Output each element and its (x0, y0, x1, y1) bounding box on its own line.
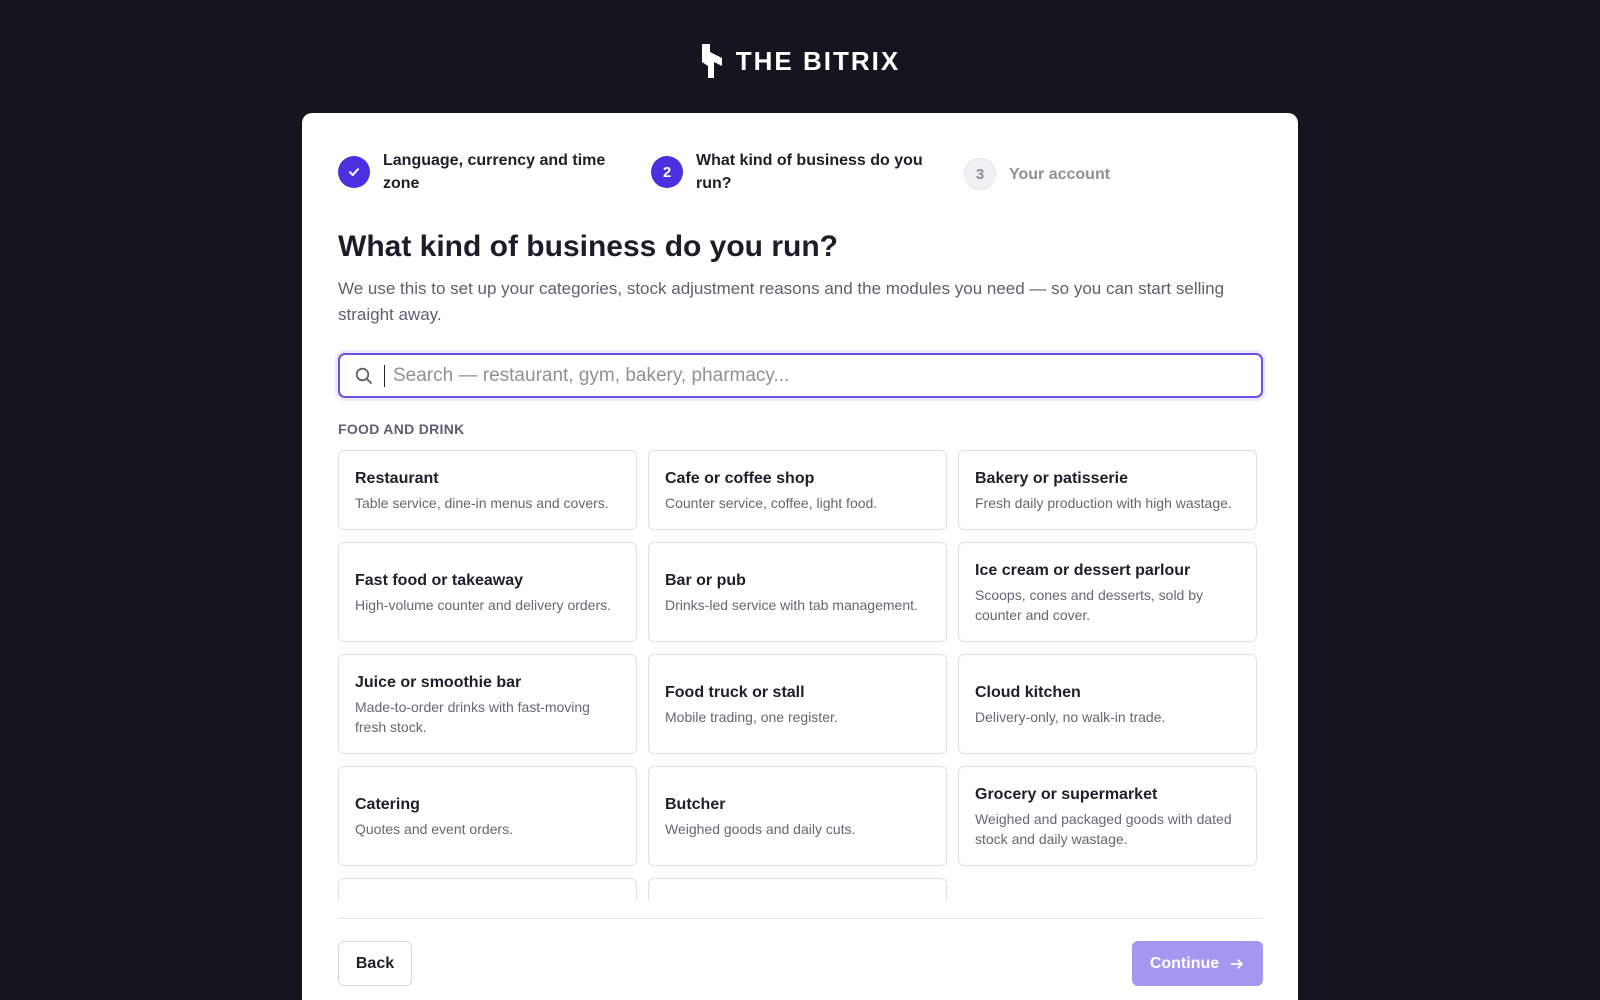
business-type-list[interactable]: Restaurant Table service, dine-in menus … (338, 450, 1263, 900)
option-title: Bar or pub (665, 571, 746, 589)
section-label-food-and-drink: FOOD AND DRINK (338, 421, 465, 437)
business-type-option[interactable]: Restaurant Table service, dine-in menus … (338, 450, 637, 530)
text-cursor (384, 364, 385, 387)
business-type-option[interactable]: Food truck or stall Mobile trading, one … (648, 654, 947, 754)
page-subtitle: We use this to set up your categories, s… (338, 279, 1225, 324)
search-icon (354, 366, 374, 386)
business-type-option[interactable] (648, 878, 947, 900)
business-type-option[interactable]: Bakery or patisserie Fresh daily product… (958, 450, 1257, 530)
option-title: Restaurant (355, 469, 439, 487)
arrow-right-icon (1230, 958, 1244, 969)
step-number: 3 (964, 158, 996, 190)
option-title: Bakery or patisserie (975, 469, 1128, 487)
option-title: Cafe or coffee shop (665, 469, 815, 487)
business-type-option[interactable]: Bar or pub Drinks-led service with tab m… (648, 542, 947, 642)
option-description: Counter service, coffee, light food. (665, 494, 878, 511)
step-account: 3 Your account (964, 158, 1254, 190)
option-title: Ice cream or dessert parlour (975, 561, 1191, 579)
step-label: Your account (1009, 165, 1111, 183)
step-number: 2 (651, 156, 683, 188)
step-business-type[interactable]: 2 What kind of business do you run? (651, 149, 941, 195)
continue-label: Continue (1149, 954, 1220, 972)
option-description: Scoops, cones and desserts, sold by coun… (975, 586, 1204, 623)
option-description: High-volume counter and delivery orders. (355, 596, 612, 613)
option-description: Weighed goods and daily cuts. (665, 820, 856, 837)
search-input[interactable] (393, 357, 1261, 394)
option-description: Drinks-led service with tab management. (665, 596, 918, 613)
continue-button[interactable]: Continue (1132, 941, 1263, 986)
step-label: What kind of business do you run? (696, 152, 923, 192)
brand-header: THE BITRIX (0, 44, 1600, 78)
page-title: What kind of business do you run? (338, 230, 838, 263)
step-label: Language, currency and time zone (383, 152, 606, 192)
business-type-option[interactable]: Ice cream or dessert parlour Scoops, con… (958, 542, 1257, 642)
option-title: Fast food or takeaway (355, 571, 524, 589)
business-type-option[interactable] (338, 878, 637, 900)
option-title: Food truck or stall (665, 683, 805, 701)
bitrix-logo-icon (701, 44, 722, 78)
stepper: Language, currency and time zone 2 What … (338, 149, 1262, 199)
option-description: Table service, dine-in menus and covers. (355, 494, 609, 511)
business-type-option[interactable]: Fast food or takeaway High-volume counte… (338, 542, 637, 642)
onboarding-card: Language, currency and time zone 2 What … (302, 113, 1298, 1000)
business-type-grid: Restaurant Table service, dine-in menus … (338, 450, 1263, 900)
step-complete-check-icon (338, 156, 370, 188)
option-description: Delivery-only, no walk-in trade. (975, 708, 1166, 725)
business-type-option[interactable]: Cafe or coffee shop Counter service, cof… (648, 450, 947, 530)
business-type-option[interactable]: Butcher Weighed goods and daily cuts. (648, 766, 947, 866)
option-title: Catering (355, 795, 420, 813)
option-title: Cloud kitchen (975, 683, 1081, 701)
brand-name: THE BITRIX (735, 45, 901, 76)
option-description: Made-to-order drinks with fast-moving fr… (355, 698, 590, 735)
option-title: Juice or smoothie bar (355, 673, 522, 691)
business-type-option[interactable]: Juice or smoothie bar Made-to-order drin… (338, 654, 637, 754)
back-button[interactable]: Back (338, 941, 412, 986)
option-title: Grocery or supermarket (975, 785, 1158, 803)
footer-divider (338, 918, 1263, 919)
option-title: Butcher (665, 795, 726, 813)
option-description: Weighed and packaged goods with dated st… (975, 810, 1232, 847)
option-description: Quotes and event orders. (355, 820, 513, 837)
option-description: Fresh daily production with high wastage… (975, 494, 1232, 511)
business-type-option[interactable]: Catering Quotes and event orders. (338, 766, 637, 866)
business-type-option[interactable]: Cloud kitchen Delivery-only, no walk-in … (958, 654, 1257, 754)
step-language[interactable]: Language, currency and time zone (338, 149, 628, 195)
business-type-option[interactable]: Grocery or supermarket Weighed and packa… (958, 766, 1257, 866)
option-description: Mobile trading, one register. (665, 708, 838, 725)
search-field[interactable] (338, 353, 1263, 398)
